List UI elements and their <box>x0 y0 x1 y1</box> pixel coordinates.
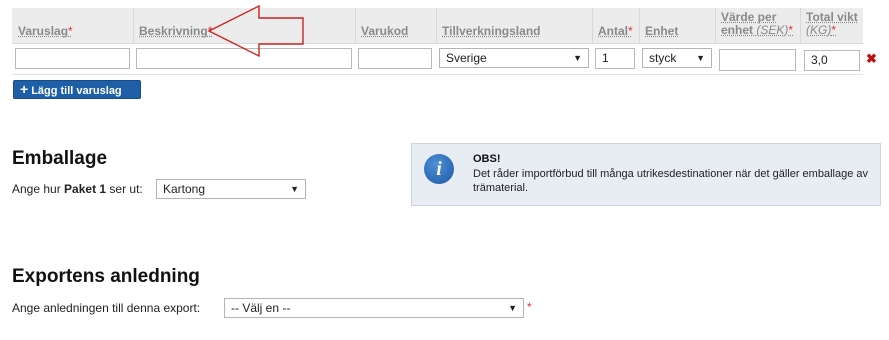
column-divider <box>355 8 356 44</box>
column-divider <box>436 8 437 44</box>
plus-icon: + <box>20 81 29 97</box>
export-prompt: Ange anledningen till denna export: <box>12 301 201 315</box>
info-icon: i <box>424 154 454 184</box>
varde-input[interactable] <box>719 49 796 71</box>
column-header-enhet[interactable]: Enhet <box>645 25 678 38</box>
notice-text: Det råder importförbud till många utrike… <box>473 168 868 194</box>
chevron-down-icon: ▼ <box>290 184 299 194</box>
chevron-down-icon: ▼ <box>573 53 582 63</box>
chevron-down-icon: ▼ <box>508 303 517 313</box>
varukod-input[interactable] <box>358 48 432 69</box>
column-header-beskrivning[interactable]: Beskrivning* <box>139 25 212 38</box>
column-divider <box>800 8 801 44</box>
column-divider <box>639 8 640 44</box>
column-header-tillverkningsland[interactable]: Tillverkningsland <box>442 25 540 38</box>
export-heading: Exportens anledning <box>12 266 200 287</box>
chevron-down-icon: ▼ <box>696 53 705 63</box>
column-header-antal[interactable]: Antal* <box>598 25 633 38</box>
column-header-varuslag[interactable]: Varuslag* <box>18 25 73 38</box>
export-reason-select[interactable]: -- Välj en -- ▼ <box>224 298 524 318</box>
tillverkningsland-select[interactable]: Sverige ▼ <box>439 48 589 68</box>
column-divider <box>133 8 134 44</box>
column-header-total-vikt[interactable]: Total vikt (KG)* <box>806 11 858 37</box>
enhet-value: styck <box>649 51 677 65</box>
column-divider <box>592 8 593 44</box>
export-reason-value: -- Välj en -- <box>231 301 291 315</box>
varuslag-input[interactable] <box>15 48 130 69</box>
emballage-prompt: Ange hur Paket 1 ser ut: <box>12 182 143 196</box>
antal-input[interactable]: 1 <box>595 48 635 69</box>
total-vikt-input[interactable]: 3,0 <box>804 50 860 71</box>
remove-row-icon[interactable]: ✖ <box>866 51 877 67</box>
emballage-heading: Emballage <box>12 148 108 169</box>
obs-notice: i OBS! Det råder importförbud till många… <box>411 143 881 206</box>
left-arrow-annotation-icon <box>207 4 304 58</box>
column-divider <box>715 8 716 44</box>
enhet-select[interactable]: styck ▼ <box>642 48 712 68</box>
column-header-varukod[interactable]: Varukod <box>361 25 408 38</box>
tillverkningsland-value: Sverige <box>446 51 487 65</box>
notice-title: OBS! <box>473 153 501 165</box>
required-marker: * <box>527 300 532 314</box>
column-header-varde[interactable]: Värde per enhet (SEK)* <box>721 11 793 37</box>
add-varuslag-label: Lägg till varuslag <box>31 85 122 97</box>
row-divider <box>12 74 863 75</box>
add-varuslag-button[interactable]: + Lägg till varuslag <box>13 80 141 99</box>
emballage-select[interactable]: Kartong ▼ <box>156 179 306 199</box>
emballage-value: Kartong <box>163 182 206 196</box>
